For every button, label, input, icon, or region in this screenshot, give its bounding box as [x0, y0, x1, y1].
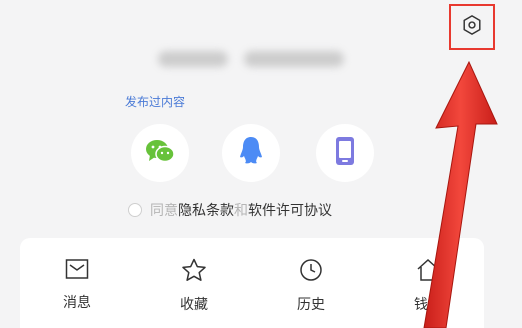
nav-label-fourth: 钱费 [414, 297, 442, 313]
blurred-text-block [244, 51, 344, 67]
nav-item-messages[interactable]: 消息 [42, 258, 112, 312]
agreement-and: 和 [234, 203, 248, 219]
agreement-row: 同意 隐私条款 和 软件许可协议 [128, 200, 332, 220]
wechat-login-button[interactable] [131, 124, 189, 182]
phone-icon [335, 136, 355, 170]
settings-icon[interactable] [461, 14, 483, 40]
quick-nav-card: 消息 收藏 历史 钱费 [20, 238, 484, 328]
nav-label-history: 历史 [297, 297, 325, 313]
agreement-checkbox[interactable] [128, 203, 142, 217]
star-icon [181, 258, 207, 282]
envelope-icon [65, 258, 89, 280]
qq-icon [239, 136, 263, 170]
privacy-terms-link[interactable]: 隐私条款 [178, 200, 234, 220]
blurred-username [158, 44, 348, 74]
nav-item-fourth[interactable]: 钱费 [393, 258, 463, 314]
phone-login-button[interactable] [316, 124, 374, 182]
agreement-prefix: 同意 [150, 203, 178, 219]
wechat-icon [145, 138, 175, 168]
software-license-link[interactable]: 软件许可协议 [248, 200, 332, 220]
nav-label-messages: 消息 [63, 295, 91, 311]
published-content-link[interactable]: 发布过内容 [125, 93, 185, 110]
blurred-text-block [158, 51, 228, 67]
home-icon [416, 258, 440, 282]
nav-item-history[interactable]: 历史 [276, 258, 346, 314]
clock-icon [299, 258, 323, 282]
settings-highlight-box [449, 4, 495, 50]
qq-login-button[interactable] [222, 124, 280, 182]
nav-item-favorites[interactable]: 收藏 [159, 258, 229, 314]
nav-label-favorites: 收藏 [180, 297, 208, 313]
